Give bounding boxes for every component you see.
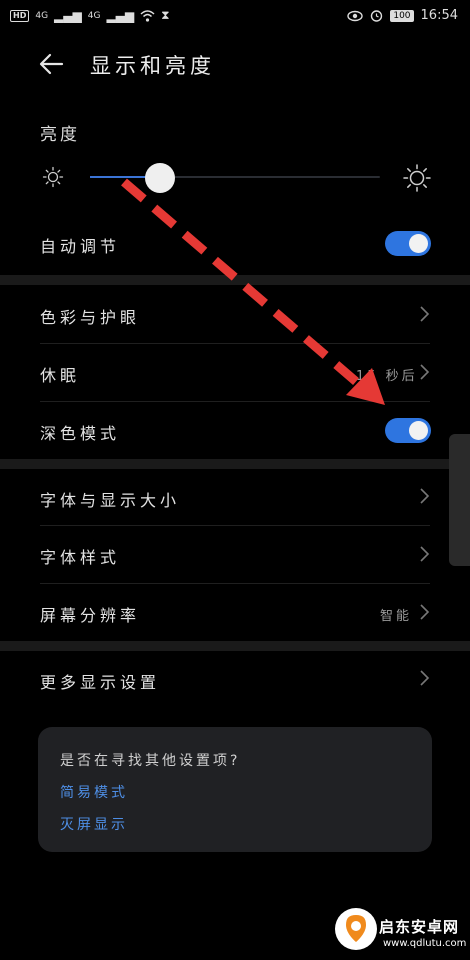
chevron-right-icon bbox=[420, 488, 430, 504]
font-size-label[interactable]: 字体与显示大小 bbox=[40, 487, 180, 511]
section-separator bbox=[0, 641, 470, 651]
shield-logo-icon bbox=[346, 915, 366, 942]
chevron-right-icon bbox=[420, 364, 430, 380]
sleep-label[interactable]: 休眠 bbox=[40, 362, 80, 386]
battery-icon: 100 bbox=[390, 9, 414, 22]
sun-large-icon bbox=[403, 164, 431, 192]
eye-comfort-icon bbox=[347, 10, 364, 21]
status-right: 100 16:54 bbox=[347, 8, 458, 23]
chevron-right-icon bbox=[420, 546, 430, 562]
chevron-right-icon bbox=[420, 604, 430, 620]
status-left: HD 4G ▂▄▆ 4G ▂▄▆ ⧗ bbox=[10, 8, 170, 23]
brightness-label: 亮度 bbox=[40, 125, 80, 145]
status-bar: HD 4G ▂▄▆ 4G ▂▄▆ ⧗ 100 16:54 bbox=[0, 0, 470, 32]
page-title: 显示和亮度 bbox=[90, 54, 215, 78]
font-style-label[interactable]: 字体样式 bbox=[40, 544, 120, 568]
more-display-label[interactable]: 更多显示设置 bbox=[40, 669, 160, 693]
auto-adjust-toggle[interactable] bbox=[385, 231, 431, 256]
watermark-url: www.qdlutu.com bbox=[383, 938, 467, 949]
signal-icon: ▂▄▆ bbox=[54, 8, 82, 23]
sleep-value: 15 秒后 bbox=[356, 369, 418, 384]
row-divider bbox=[40, 583, 430, 584]
signal-4g-badge: 4G bbox=[35, 10, 49, 21]
color-eye-label[interactable]: 色彩与护眼 bbox=[40, 304, 140, 328]
watermark-logo bbox=[335, 908, 377, 950]
alarm-icon bbox=[371, 10, 383, 22]
row-divider bbox=[40, 343, 430, 344]
toggle-knob bbox=[409, 234, 428, 253]
signal-4g-badge-2: 4G bbox=[87, 10, 101, 21]
section-separator bbox=[0, 275, 470, 285]
watermark: 启东安卓网 www.qdlutu.com bbox=[335, 908, 470, 960]
dark-mode-toggle[interactable] bbox=[385, 418, 431, 443]
sun-small-icon bbox=[42, 166, 64, 188]
row-divider bbox=[40, 401, 430, 402]
chevron-right-icon bbox=[420, 306, 430, 322]
dark-mode-label: 深色模式 bbox=[40, 424, 121, 443]
wifi-icon bbox=[140, 9, 155, 22]
row-divider bbox=[40, 525, 430, 526]
suggestion-question: 是否在寻找其他设置项? bbox=[60, 753, 241, 769]
auto-adjust-label: 自动调节 bbox=[40, 237, 121, 256]
scrollbar[interactable] bbox=[449, 434, 470, 566]
signal-icon-2: ▂▄▆ bbox=[106, 8, 135, 23]
brightness-slider-thumb[interactable] bbox=[144, 163, 175, 193]
chevron-right-icon bbox=[420, 670, 430, 686]
hourglass-icon: ⧗ bbox=[161, 8, 170, 22]
toggle-knob bbox=[409, 421, 428, 440]
back-arrow-icon[interactable] bbox=[36, 48, 68, 80]
watermark-name: 启东安卓网 bbox=[379, 918, 460, 936]
hd-badge: HD bbox=[10, 9, 30, 22]
simple-mode-link[interactable]: 简易模式 bbox=[60, 782, 128, 802]
resolution-label[interactable]: 屏幕分辨率 bbox=[40, 602, 140, 626]
resolution-value: 智能 bbox=[380, 609, 413, 624]
section-separator bbox=[0, 459, 470, 469]
status-time: 16:54 bbox=[420, 8, 458, 23]
aod-link[interactable]: 灭屏显示 bbox=[60, 814, 128, 834]
